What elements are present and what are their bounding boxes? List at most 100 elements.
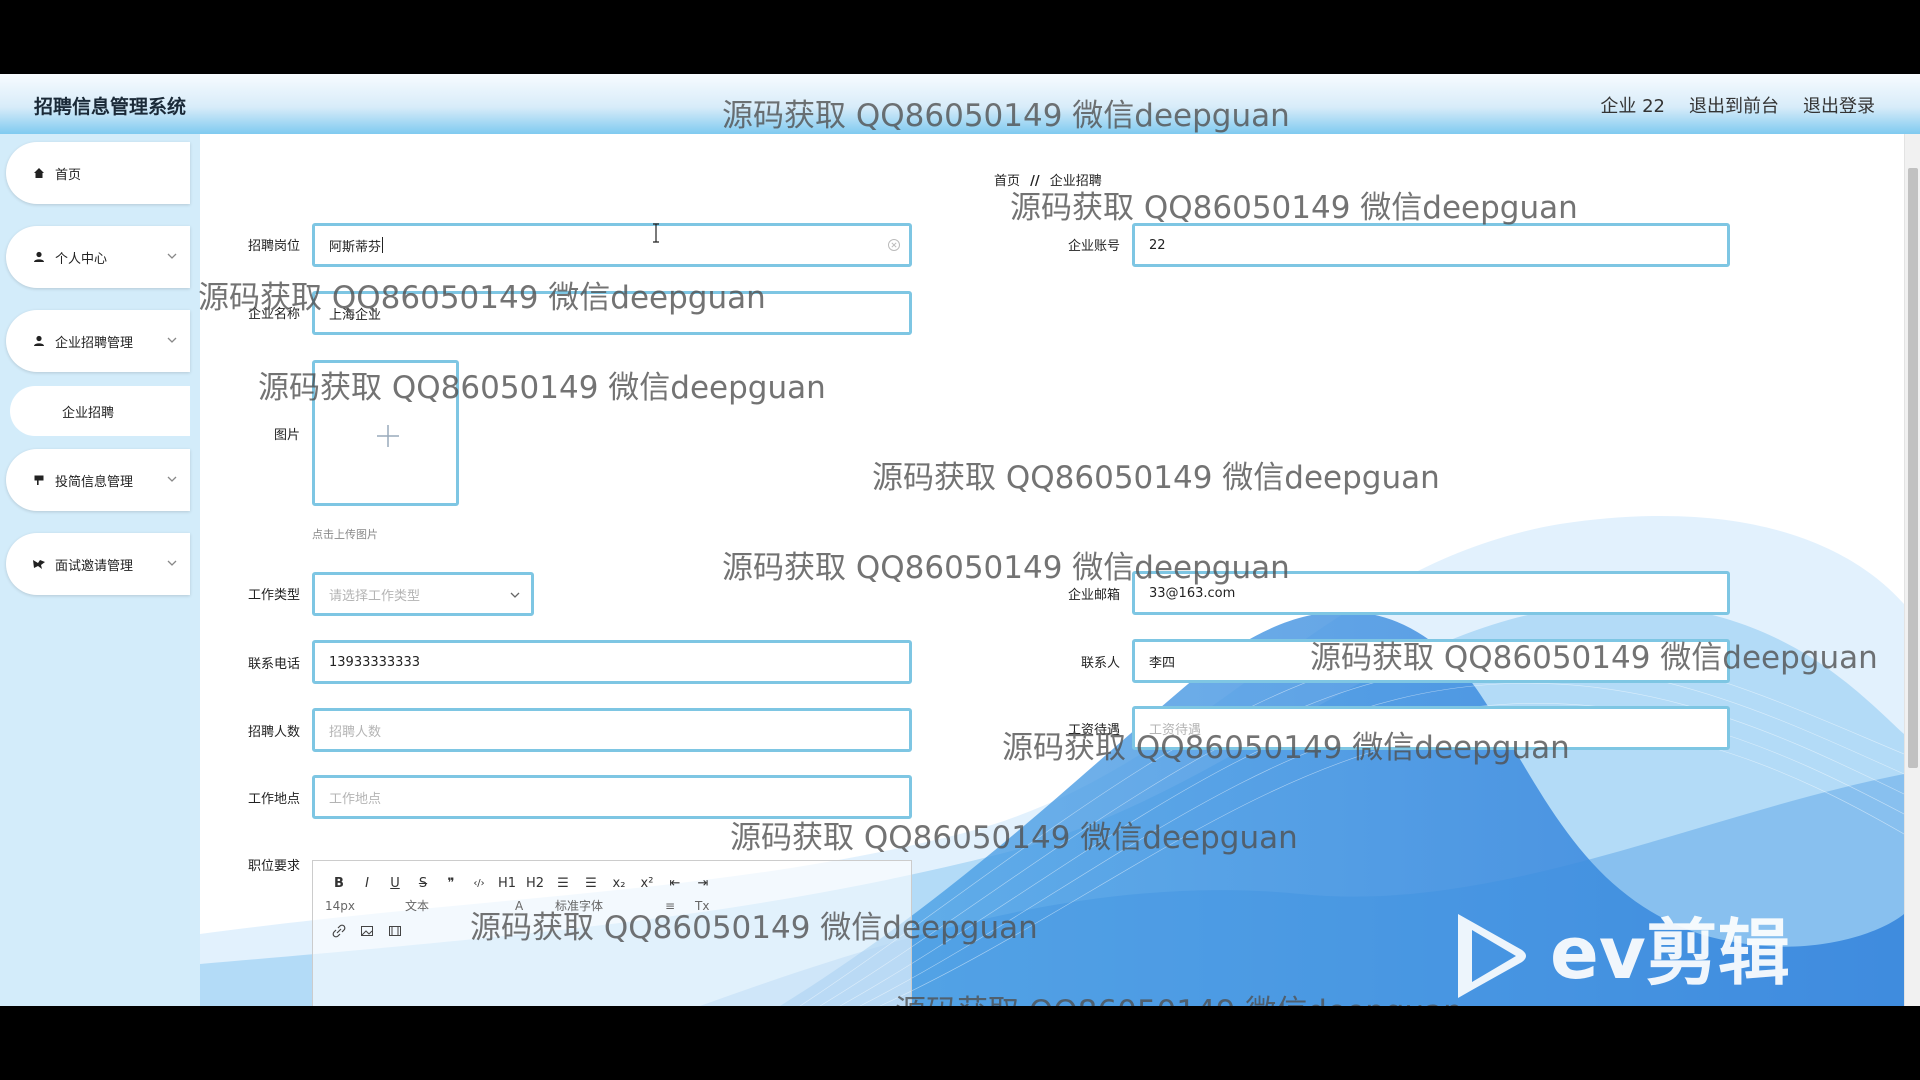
quote-button[interactable]: ❞	[437, 873, 465, 893]
code-button[interactable]: ‹/›	[465, 873, 493, 893]
sidebar-item-label: 首页	[55, 167, 82, 183]
job-type-label: 工作类型	[247, 588, 300, 603]
subscript-button[interactable]: x₂	[605, 873, 633, 893]
header-links: 企业 22 退出到前台 退出登录	[1600, 92, 1875, 118]
main-scrollbar[interactable]	[1904, 134, 1920, 1006]
salary-label: 工资待遇	[1067, 723, 1120, 738]
location-label: 工作地点	[247, 792, 300, 807]
editor-toolbar-row-1: B I U S ❞ ‹/› H1 H2 ☰ ☰ x₂ x² ⇤ ⇥	[325, 873, 717, 893]
underline-button[interactable]: U	[381, 873, 409, 893]
chevron-down-icon	[167, 560, 177, 566]
sidebar: 首页 个人中心 企业招聘管理 企业招聘 投简信息管理 面试邀请管理	[0, 134, 200, 1006]
h2-button[interactable]: H2	[521, 873, 549, 893]
logout-link[interactable]: 退出登录	[1803, 92, 1875, 118]
location-input[interactable]: 工作地点	[312, 775, 912, 819]
top-header: 招聘信息管理系统 企业 22 退出到前台 退出登录	[0, 74, 1920, 134]
scrollbar-thumb[interactable]	[1908, 168, 1918, 768]
text-style-select[interactable]: 文本	[405, 897, 515, 914]
headcount-input[interactable]: 招聘人数	[312, 708, 912, 752]
bird-icon	[32, 557, 46, 571]
strike-button[interactable]: S	[409, 873, 437, 893]
email-label: 企业邮箱	[1067, 588, 1120, 603]
editor-toolbar-row-2: 14px 文本 A 标准字体 ≡ Tx	[325, 897, 725, 914]
requirements-label: 职位要求	[247, 859, 300, 874]
italic-button[interactable]: I	[353, 873, 381, 893]
upload-hint: 点击上传图片	[312, 528, 378, 541]
ordered-list-button[interactable]: ☰	[549, 873, 577, 893]
chevron-down-icon	[167, 476, 177, 482]
breadcrumb-separator: //	[1030, 174, 1040, 189]
text-cursor-icon	[653, 223, 659, 243]
align-icon[interactable]: ≡	[665, 899, 695, 913]
plus-icon	[377, 425, 399, 447]
email-value: 33@163.com	[1149, 585, 1236, 601]
phone-input[interactable]: 13933333333	[312, 640, 912, 684]
sidebar-item-home[interactable]: 首页	[6, 142, 190, 204]
headcount-placeholder: 招聘人数	[329, 724, 382, 740]
location-placeholder: 工作地点	[329, 791, 382, 807]
image-icon[interactable]	[353, 921, 381, 941]
chevron-down-icon	[167, 253, 177, 259]
superscript-button[interactable]: x²	[633, 873, 661, 893]
phone-label: 联系电话	[247, 657, 300, 672]
breadcrumb: 首页 // 企业招聘	[994, 170, 1102, 189]
current-user-link[interactable]: 企业 22	[1600, 92, 1665, 118]
sidebar-item-resume-mgmt[interactable]: 投简信息管理	[6, 449, 190, 511]
video-icon[interactable]	[381, 921, 409, 941]
link-icon[interactable]	[325, 921, 353, 941]
chevron-down-icon	[510, 592, 520, 598]
outdent-button[interactable]: ⇤	[661, 873, 689, 893]
main-content: 首页 // 企业招聘 招聘岗位 企业名称 图片 工作类型 联系电话 招聘人数 工…	[200, 134, 1904, 1006]
user-icon	[32, 250, 46, 264]
salary-placeholder: 工资待遇	[1149, 722, 1202, 738]
bold-button[interactable]: B	[325, 873, 353, 893]
company-name-label: 企业名称	[247, 307, 300, 322]
editor-toolbar-row-3	[325, 921, 409, 941]
clear-format-icon[interactable]: Tx	[695, 899, 725, 913]
sidebar-item-recruitment-mgmt[interactable]: 企业招聘管理	[6, 310, 190, 372]
image-upload-box[interactable]	[312, 360, 459, 506]
sidebar-item-personal-center[interactable]: 个人中心	[6, 226, 190, 288]
account-input[interactable]: 22	[1132, 223, 1730, 267]
ev-logo: ev剪辑	[1450, 906, 1830, 1006]
company-name-input[interactable]: 上海企业	[312, 291, 912, 335]
indent-button[interactable]: ⇥	[689, 873, 717, 893]
flag-icon	[32, 473, 46, 487]
font-color-icon[interactable]: A	[515, 899, 555, 913]
sidebar-item-label: 投简信息管理	[55, 474, 134, 490]
ev-logo-text: ev剪辑	[1550, 911, 1790, 995]
sidebar-item-interview-mgmt[interactable]: 面试邀请管理	[6, 533, 190, 595]
contact-input[interactable]: 李四	[1132, 639, 1730, 683]
sidebar-item-label: 面试邀请管理	[55, 558, 134, 574]
account-label: 企业账号	[1067, 239, 1120, 254]
contact-value: 李四	[1149, 655, 1176, 671]
job-type-select[interactable]: 请选择工作类型	[312, 572, 534, 616]
position-input[interactable]: 阿斯蒂芬	[312, 223, 912, 267]
phone-value: 13933333333	[329, 654, 420, 670]
position-label: 招聘岗位	[247, 239, 300, 254]
home-icon	[32, 166, 46, 180]
requirements-editor[interactable]: B I U S ❞ ‹/› H1 H2 ☰ ☰ x₂ x² ⇤ ⇥ 14px 文…	[312, 860, 912, 1006]
contact-label: 联系人	[1080, 656, 1120, 671]
headcount-label: 招聘人数	[247, 725, 300, 740]
account-value: 22	[1149, 237, 1166, 253]
sidebar-item-label: 企业招聘管理	[55, 335, 134, 351]
image-label: 图片	[273, 428, 300, 443]
sidebar-subitem-recruitment[interactable]: 企业招聘	[10, 386, 190, 436]
h1-button[interactable]: H1	[493, 873, 521, 893]
font-family-select[interactable]: 标准字体	[555, 897, 665, 914]
back-to-frontend-link[interactable]: 退出到前台	[1689, 92, 1779, 118]
clear-icon[interactable]	[887, 238, 901, 252]
app-screen: 招聘信息管理系统 企业 22 退出到前台 退出登录 首页 个人中心 企业招聘管理	[0, 74, 1920, 1006]
breadcrumb-current: 企业招聘	[1049, 174, 1102, 189]
font-size-select[interactable]: 14px	[325, 899, 405, 913]
chevron-down-icon	[167, 337, 177, 343]
sidebar-item-label: 个人中心	[55, 251, 108, 267]
company-name-value: 上海企业	[329, 307, 382, 323]
app-title: 招聘信息管理系统	[34, 96, 187, 118]
breadcrumb-home[interactable]: 首页	[994, 174, 1020, 189]
bullet-list-button[interactable]: ☰	[577, 873, 605, 893]
email-input[interactable]: 33@163.com	[1132, 571, 1730, 615]
salary-input[interactable]: 工资待遇	[1132, 706, 1730, 750]
job-type-placeholder: 请选择工作类型	[329, 588, 421, 604]
